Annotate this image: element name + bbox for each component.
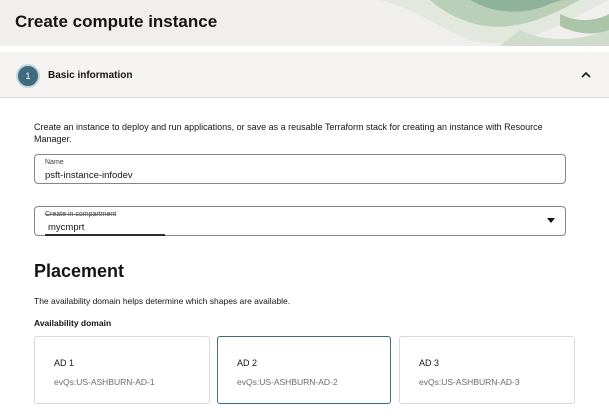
basic-information-section-header[interactable]: 1 Basic information (0, 52, 609, 98)
step-number-badge: 1 (16, 64, 40, 88)
caret-down-icon[interactable] (547, 218, 555, 224)
ad-card-name: AD 2 (237, 358, 258, 368)
section-title: Basic information (48, 70, 133, 81)
placement-description: The availability domain helps determine … (34, 296, 291, 306)
compartment-focus-underline (45, 234, 165, 236)
compartment-select-value[interactable]: mycmprt (48, 222, 84, 233)
availability-domain-label: Availability domain (34, 318, 112, 328)
availability-domain-card-ad1[interactable]: AD 1 evQs:US-ASHBURN-AD-1 (34, 336, 210, 404)
ad-card-subtitle: evQs:US-ASHBURN-AD-1 (54, 377, 155, 387)
name-field-label: Name (45, 159, 64, 166)
placement-heading: Placement (34, 261, 125, 281)
ad-card-name: AD 1 (54, 358, 75, 368)
compartment-select[interactable]: Create in compartment mycmprt (34, 206, 566, 236)
ad-card-name: AD 3 (419, 358, 440, 368)
page-title: Create compute instance (15, 12, 218, 31)
section-intro-text: Create an instance to deploy and run app… (34, 122, 543, 144)
name-field-value[interactable]: psft-instance-infodev (45, 170, 133, 181)
name-field[interactable]: Name psft-instance-infodev (34, 154, 566, 184)
compartment-select-label: Create in compartment (45, 211, 117, 218)
chevron-up-icon[interactable] (580, 70, 592, 80)
ad-card-subtitle: evQs:US-ASHBURN-AD-3 (419, 377, 520, 387)
page-header: Create compute instance (0, 0, 609, 46)
ad-card-subtitle: evQs:US-ASHBURN-AD-2 (237, 377, 338, 387)
availability-domain-card-ad3[interactable]: AD 3 evQs:US-ASHBURN-AD-3 (399, 336, 575, 404)
availability-domain-card-ad2[interactable]: AD 2 evQs:US-ASHBURN-AD-2 (217, 336, 391, 404)
